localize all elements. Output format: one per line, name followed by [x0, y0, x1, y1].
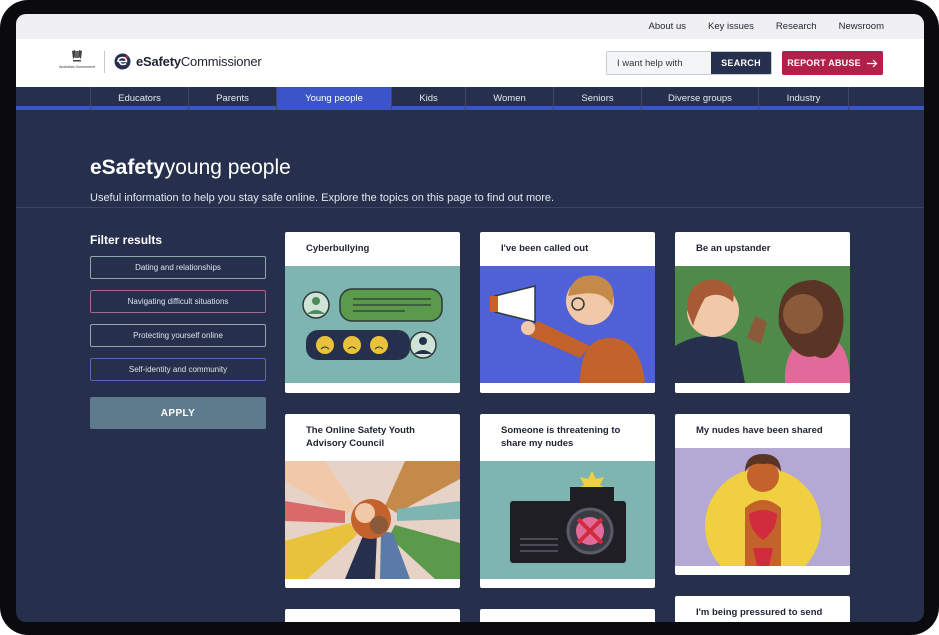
card-upstander[interactable]: Be an upstander [675, 232, 850, 393]
page-title-rest: young people [164, 156, 291, 179]
card-cyberbullying[interactable]: Cyberbullying [285, 232, 460, 393]
two-people-icon [675, 266, 850, 383]
chat-bubbles-icon [285, 266, 460, 383]
search-button[interactable]: SEARCH [711, 52, 771, 74]
hero-divider [16, 207, 924, 208]
nav-item-parents[interactable]: Parents [188, 87, 276, 110]
nav-item-seniors[interactable]: Seniors [553, 87, 641, 110]
two-people-illustration [675, 266, 850, 383]
brand-wordmark-bold: eSafety [136, 54, 181, 69]
person-illustration [675, 448, 850, 566]
card-pressured-to-send[interactable]: I'm being pressured to send [675, 596, 850, 622]
card-nudes-shared[interactable]: My nudes have been shared [675, 414, 850, 575]
filter-option-difficult-situations[interactable]: Navigating difficult situations [90, 290, 266, 313]
hands-together-icon [285, 461, 460, 579]
main-nav-items: Educators Parents Young people Kids Wome… [90, 87, 849, 110]
card-title [480, 609, 655, 619]
browser-viewport: About us Key issues Research Newsroom Au… [16, 14, 924, 622]
page-subtitle: Useful information to help you stay safe… [90, 192, 555, 204]
nav-item-young-people[interactable]: Young people [276, 87, 391, 110]
card-title: Be an upstander [696, 243, 771, 254]
nav-item-women[interactable]: Women [465, 87, 553, 110]
person-icon [675, 448, 850, 566]
report-abuse-label: REPORT ABUSE [787, 58, 861, 68]
nav-item-educators[interactable]: Educators [90, 87, 188, 110]
crest-caption: Australian Government [59, 65, 95, 69]
apply-button[interactable]: APPLY [90, 397, 266, 429]
card-title: I've been called out [501, 243, 589, 254]
utility-link-about-us[interactable]: About us [648, 21, 686, 32]
card-called-out[interactable]: I've been called out [480, 232, 655, 393]
megaphone-icon [480, 266, 655, 383]
hands-together-illustration [285, 461, 460, 579]
filter-option-dating[interactable]: Dating and relationships [90, 256, 266, 279]
card-youth-advisory-council[interactable]: The Online Safety Youth Advisory Council [285, 414, 460, 588]
card-threatening-to-share[interactable]: Someone is threatening to share my nudes [480, 414, 655, 588]
coat-of-arms-icon [72, 50, 82, 62]
brand-wordmark-rest: Commissioner [180, 54, 262, 69]
device-frame: About us Key issues Research Newsroom Au… [0, 0, 939, 635]
nav-item-industry[interactable]: Industry [758, 87, 849, 110]
camera-icon [480, 461, 655, 579]
header-divider [104, 51, 105, 73]
nav-item-kids[interactable]: Kids [391, 87, 465, 110]
card-title: I'm being pressured to send [696, 607, 823, 618]
card-title [285, 609, 460, 619]
megaphone-illustration [480, 266, 655, 383]
australian-government-crest[interactable]: Australian Government [58, 49, 96, 75]
card-title: Someone is threatening to share my nudes [501, 425, 621, 449]
utility-link-key-issues[interactable]: Key issues [708, 21, 754, 32]
search-box: SEARCH [606, 51, 772, 75]
card-partial-1[interactable] [285, 609, 460, 622]
utility-link-research[interactable]: Research [776, 21, 817, 32]
filter-option-self-identity[interactable]: Self-identity and community [90, 358, 266, 381]
card-title: The Online Safety Youth Advisory Council [306, 425, 415, 449]
nav-item-diverse-groups[interactable]: Diverse groups [641, 87, 758, 110]
camera-illustration [480, 461, 655, 579]
arrow-right-icon [866, 59, 878, 67]
card-partial-2[interactable] [480, 609, 655, 622]
site-header: Australian Government eSafetyCommissione… [16, 39, 924, 87]
report-abuse-button[interactable]: REPORT ABUSE [782, 51, 883, 75]
search-input[interactable] [607, 52, 711, 74]
chat-bubbles-illustration [285, 266, 460, 383]
card-title: My nudes have been shared [696, 425, 823, 436]
esafety-logo[interactable]: eSafetyCommissioner [114, 53, 262, 70]
filter-heading: Filter results [90, 233, 163, 247]
page-title-bold: eSafety [90, 156, 165, 179]
filter-option-protecting-yourself[interactable]: Protecting yourself online [90, 324, 266, 347]
utility-bar: About us Key issues Research Newsroom [16, 14, 924, 39]
brand-wordmark: eSafetyCommissioner [136, 54, 262, 69]
main-nav: Educators Parents Young people Kids Wome… [16, 87, 924, 110]
utility-link-newsroom[interactable]: Newsroom [839, 21, 884, 32]
esafety-logo-icon [114, 53, 131, 70]
page-title: eSafetyyoung people [90, 156, 291, 180]
card-title: Cyberbullying [306, 243, 370, 254]
